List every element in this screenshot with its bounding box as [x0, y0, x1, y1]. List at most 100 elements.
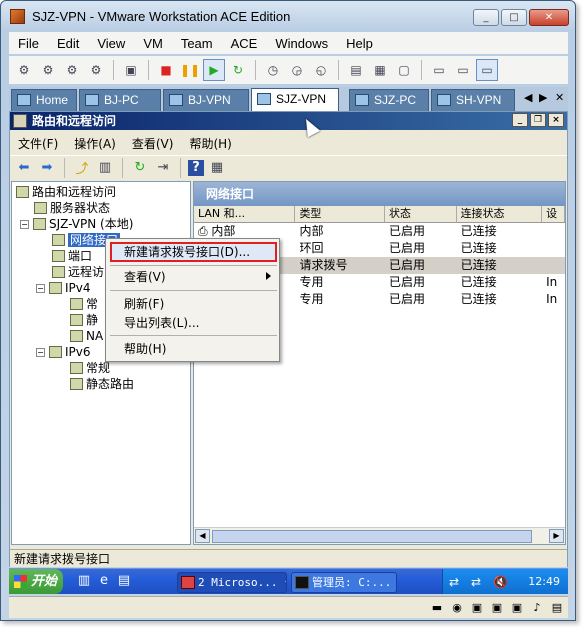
tree-node-remote-access[interactable]: 远程访 — [52, 264, 104, 280]
rras-minimize-button[interactable]: _ — [512, 113, 528, 127]
menu-item-refresh[interactable]: 刷新(F) — [106, 294, 279, 314]
tree-node-rras-root[interactable]: 路由和远程访问 — [16, 184, 116, 200]
snapshot-manager-icon[interactable]: ◵ — [310, 59, 332, 81]
tab-sjz-pc[interactable]: SJZ-PC — [349, 89, 429, 111]
menu-item-help[interactable]: 帮助(H) — [106, 339, 279, 359]
revert-snapshot-icon[interactable]: ◶ — [286, 59, 308, 81]
menu-help[interactable]: Help — [337, 36, 382, 51]
menu-item-export-list[interactable]: 导出列表(L)... — [106, 313, 279, 333]
rras-menu-action[interactable]: 操作(A) — [66, 135, 124, 152]
cd-drive-icon[interactable]: ◉ — [449, 600, 465, 615]
quick-switch-icon[interactable]: ▦ — [369, 59, 391, 81]
scrollbar-thumb[interactable] — [212, 530, 532, 543]
rras-restore-button[interactable]: ❐ — [530, 113, 546, 127]
appliance-view-icon[interactable]: ▭ — [452, 59, 474, 81]
refresh-icon[interactable]: ↻ — [130, 158, 150, 178]
tab-bj-vpn[interactable]: BJ-VPN — [163, 89, 249, 111]
forward-arrow-icon[interactable]: ➡ — [37, 158, 57, 178]
collapse-toggle-icon[interactable]: − — [36, 284, 45, 293]
collapse-toggle-icon[interactable]: − — [20, 220, 29, 229]
message-log-icon[interactable]: ▤ — [549, 600, 565, 615]
rras-menu-view[interactable]: 查看(V) — [124, 135, 182, 152]
column-header-device[interactable]: 设 — [542, 206, 565, 222]
minimize-button[interactable]: _ — [473, 9, 499, 26]
console-view-icon[interactable]: ▭ — [476, 59, 498, 81]
summary-view-icon[interactable]: ▭ — [428, 59, 450, 81]
folder-icon[interactable]: ▤ — [115, 573, 133, 591]
close-button[interactable]: ✕ — [529, 9, 569, 26]
tree-node-ipv4[interactable]: − IPv4 — [36, 280, 91, 296]
tab-scroll-left-icon[interactable]: ◀ — [524, 91, 532, 104]
rras-menu-help[interactable]: 帮助(H) — [181, 135, 239, 152]
rras-menu-file[interactable]: 文件(F) — [10, 135, 66, 152]
network-adapter-icon[interactable]: ▣ — [509, 600, 525, 615]
network-adapter-icon[interactable]: ▣ — [489, 600, 505, 615]
tree-node-ports[interactable]: 端口 — [52, 248, 92, 264]
tab-bj-pc[interactable]: BJ-PC — [79, 89, 161, 111]
network-adapter-icon[interactable]: ▣ — [469, 600, 485, 615]
up-folder-icon[interactable]: ⤴ — [72, 158, 92, 178]
network-tray-icon[interactable]: ⇄ — [449, 575, 459, 589]
menu-windows[interactable]: Windows — [266, 36, 337, 51]
taskbar-button-microsoft[interactable]: 2 Microso... ▾ — [177, 572, 287, 593]
power-on-icon[interactable]: ▶ — [203, 59, 225, 81]
column-header-name[interactable]: LAN 和... — [194, 206, 296, 222]
column-header-status[interactable]: 状态 — [385, 206, 457, 222]
show-sidebar-icon[interactable]: ▤ — [345, 59, 367, 81]
maximize-button[interactable]: □ — [501, 9, 527, 26]
properties-icon[interactable]: ▦ — [207, 158, 227, 178]
horizontal-scrollbar[interactable]: ◀ ▶ — [194, 527, 565, 544]
menu-item-new-demand-dial-interface[interactable]: 新建请求拨号接口(D)... — [110, 242, 277, 262]
team-remove-icon[interactable]: ⚙ — [61, 59, 83, 81]
team-settings-icon[interactable]: ⚙ — [85, 59, 107, 81]
collapse-toggle-icon[interactable]: − — [36, 348, 45, 357]
power-off-icon[interactable]: ■ — [155, 59, 177, 81]
tree-node-ipv6-static[interactable]: 静态路由 — [70, 376, 134, 392]
team-add-icon[interactable]: ⚙ — [37, 59, 59, 81]
tab-home[interactable]: Home — [11, 89, 77, 111]
tree-node-ipv6[interactable]: − IPv6 — [36, 344, 91, 360]
capture-icon[interactable]: ▣ — [120, 59, 142, 81]
help-icon[interactable]: ? — [188, 159, 204, 176]
suspend-icon[interactable]: ❚❚ — [179, 59, 201, 81]
menu-team[interactable]: Team — [172, 36, 222, 51]
volume-muted-icon[interactable]: 🔇 — [493, 575, 508, 589]
tree-node-ipv4-static[interactable]: 静 — [70, 312, 98, 328]
hard-disk-icon[interactable]: ▬ — [429, 600, 445, 615]
menu-ace[interactable]: ACE — [222, 36, 267, 51]
server-manager-icon[interactable]: ▥ — [75, 573, 93, 591]
back-arrow-icon[interactable]: ⬅ — [14, 158, 34, 178]
tree-node-ipv6-general[interactable]: 常规 — [70, 360, 110, 376]
menu-view[interactable]: View — [88, 36, 134, 51]
internet-explorer-icon[interactable]: e — [95, 573, 113, 591]
rras-title-bar[interactable]: 路由和远程访问 _ ❐ × — [10, 112, 567, 130]
reset-icon[interactable]: ↻ — [227, 59, 249, 81]
audio-icon[interactable]: ♪ — [529, 600, 545, 615]
tab-sh-vpn[interactable]: SH-VPN — [431, 89, 515, 111]
tree-node-ipv4-general[interactable]: 常 — [70, 296, 98, 312]
tab-close-icon[interactable]: ✕ — [555, 91, 564, 104]
column-header-type[interactable]: 类型 — [295, 206, 385, 222]
guest-console[interactable]: 路由和远程访问 _ ❐ × 文件(F) 操作(A) 查看(V) 帮助(H) ⬅ … — [9, 111, 568, 567]
full-screen-icon[interactable]: ▢ — [393, 59, 415, 81]
tab-scroll-right-icon[interactable]: ▶ — [539, 91, 547, 104]
tree-node-server[interactable]: − SJZ-VPN (本地) — [20, 216, 133, 232]
export-list-icon[interactable]: ⇥ — [153, 158, 173, 178]
menu-item-view[interactable]: 查看(V) — [106, 267, 279, 287]
title-bar[interactable]: SJZ-VPN - VMware Workstation ACE Edition… — [1, 1, 575, 31]
taskbar-button-cmd[interactable]: 管理员: C:... — [291, 572, 397, 593]
tab-sjz-vpn[interactable]: SJZ-VPN — [251, 88, 339, 111]
tree-node-server-status[interactable]: 服务器状态 — [34, 200, 110, 216]
show-hide-tree-icon[interactable]: ▥ — [95, 158, 115, 178]
tree-node-ipv4-nat[interactable]: NA — [70, 328, 103, 344]
menu-vm[interactable]: VM — [134, 36, 172, 51]
start-button[interactable]: 开始 — [9, 569, 63, 594]
network-tray-icon[interactable]: ⇄ — [471, 575, 481, 589]
menu-edit[interactable]: Edit — [48, 36, 88, 51]
column-header-connection-state[interactable]: 连接状态 — [457, 206, 543, 222]
scroll-left-icon[interactable]: ◀ — [195, 529, 210, 543]
menu-file[interactable]: File — [9, 36, 48, 51]
scroll-right-icon[interactable]: ▶ — [549, 529, 564, 543]
team-icon[interactable]: ⚙ — [13, 59, 35, 81]
rras-close-button[interactable]: × — [548, 113, 564, 127]
